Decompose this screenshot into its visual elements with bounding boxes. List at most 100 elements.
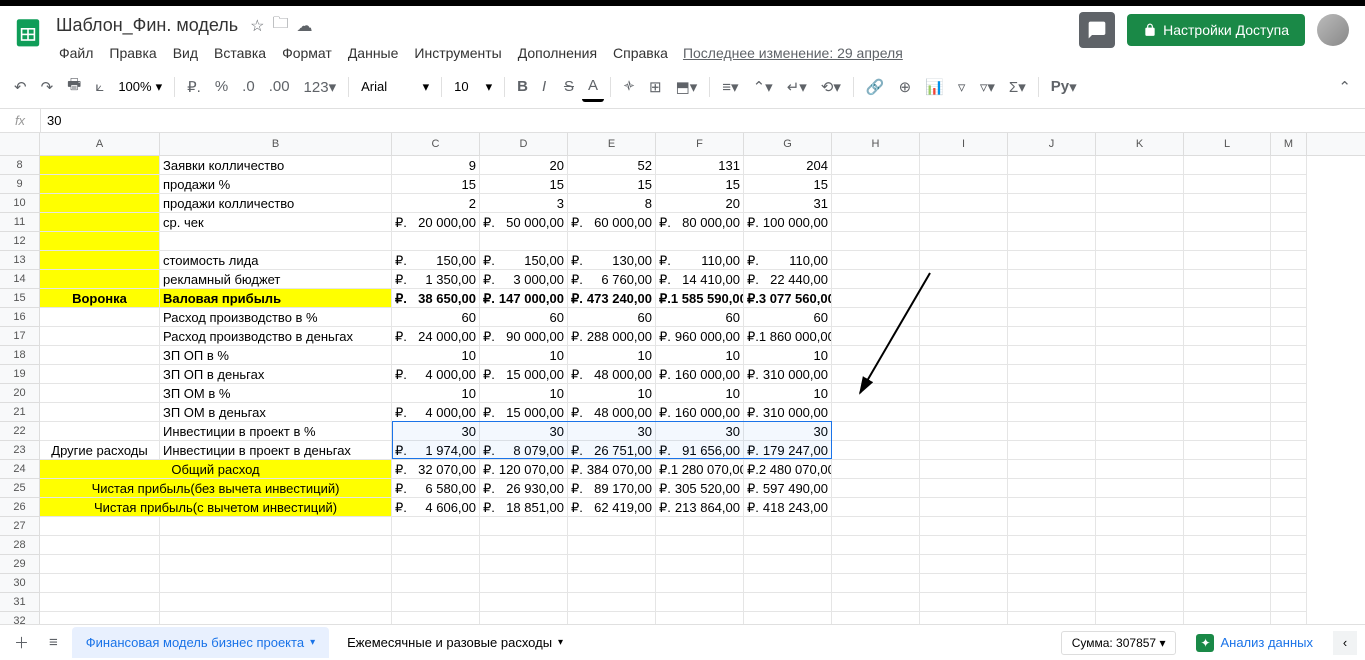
cell[interactable]: ₽.150,00 <box>392 251 480 270</box>
sheet-tab[interactable]: Финансовая модель бизнес проекта ▾ <box>72 627 329 658</box>
cell[interactable]: ₽.100 000,00 <box>744 213 832 232</box>
cell[interactable] <box>40 555 160 574</box>
cell[interactable] <box>920 270 1008 289</box>
menu-Дополнения[interactable]: Дополнения <box>511 41 604 65</box>
cell[interactable] <box>1184 251 1271 270</box>
all-sheets-icon[interactable]: ≡ <box>43 629 64 656</box>
cell[interactable] <box>1271 213 1307 232</box>
cell[interactable]: ₽.597 490,00 <box>744 479 832 498</box>
cell[interactable] <box>40 403 160 422</box>
cell[interactable]: ₽.147 000,00 <box>480 289 568 308</box>
h-align-icon[interactable]: ≡▾ <box>716 73 744 101</box>
sheet-tab[interactable]: Ежемесячные и разовые расходы ▾ <box>333 627 577 658</box>
cell[interactable] <box>1008 403 1096 422</box>
row-header[interactable]: 26 <box>0 498 40 517</box>
menu-Вид[interactable]: Вид <box>166 41 205 65</box>
fill-color-icon[interactable]: 🟇 <box>617 71 641 103</box>
menu-Справка[interactable]: Справка <box>606 41 675 65</box>
cell[interactable] <box>1008 536 1096 555</box>
cell[interactable] <box>1271 308 1307 327</box>
cell[interactable]: ₽.1 350,00 <box>392 270 480 289</box>
cell[interactable] <box>1008 460 1096 479</box>
cell[interactable] <box>1008 308 1096 327</box>
cell[interactable] <box>1184 574 1271 593</box>
cell[interactable] <box>1271 194 1307 213</box>
cell[interactable] <box>1008 232 1096 251</box>
cell[interactable]: Другие расходы <box>40 441 160 460</box>
v-align-icon[interactable]: ⌃▾ <box>747 73 779 101</box>
cell[interactable]: Валовая прибыль <box>160 289 392 308</box>
cell[interactable]: 60 <box>656 308 744 327</box>
cell[interactable] <box>40 213 160 232</box>
cell[interactable] <box>1008 251 1096 270</box>
cell[interactable] <box>1271 270 1307 289</box>
cell[interactable] <box>392 593 480 612</box>
print-icon[interactable]: 🖶 <box>61 69 87 104</box>
cell[interactable] <box>832 593 920 612</box>
cell[interactable]: 60 <box>480 308 568 327</box>
cell[interactable] <box>920 365 1008 384</box>
cell[interactable]: ЗП ОП в % <box>160 346 392 365</box>
cell[interactable] <box>832 346 920 365</box>
cell[interactable]: ЗП ОМ в % <box>160 384 392 403</box>
cell[interactable]: ₽.160 000,00 <box>656 403 744 422</box>
input-tools-icon[interactable]: Ру▾ <box>1045 73 1083 101</box>
cell[interactable] <box>1271 498 1307 517</box>
row-header[interactable]: 29 <box>0 555 40 574</box>
cell[interactable] <box>832 384 920 403</box>
formula-input[interactable] <box>40 109 1365 132</box>
cell[interactable]: ₽.150,00 <box>480 251 568 270</box>
cell[interactable] <box>480 593 568 612</box>
cell[interactable]: ₽.384 070,00 <box>568 460 656 479</box>
cell[interactable] <box>1096 574 1184 593</box>
cell[interactable] <box>568 555 656 574</box>
cell[interactable]: ЗП ОМ в деньгах <box>160 403 392 422</box>
cell[interactable] <box>744 574 832 593</box>
cell[interactable] <box>1008 194 1096 213</box>
cell[interactable] <box>392 555 480 574</box>
row-header[interactable]: 24 <box>0 460 40 479</box>
cell[interactable] <box>1184 384 1271 403</box>
cell[interactable]: ₽.418 243,00 <box>744 498 832 517</box>
cell[interactable] <box>920 327 1008 346</box>
cell[interactable]: ₽.305 520,00 <box>656 479 744 498</box>
cell[interactable] <box>656 536 744 555</box>
cell[interactable] <box>1184 346 1271 365</box>
cell[interactable] <box>1008 593 1096 612</box>
cell[interactable] <box>1184 460 1271 479</box>
analyze-data-button[interactable]: ✦ Анализ данных <box>1184 628 1325 658</box>
filter-views-icon[interactable]: ▿▾ <box>974 73 1001 101</box>
cell[interactable] <box>920 593 1008 612</box>
cell[interactable]: ₽.32 070,00 <box>392 460 480 479</box>
cell[interactable]: 30 <box>480 422 568 441</box>
cell[interactable] <box>160 232 392 251</box>
col-header-F[interactable]: F <box>656 133 744 155</box>
cell[interactable] <box>1096 441 1184 460</box>
row-header[interactable]: 17 <box>0 327 40 346</box>
cell[interactable]: Расход производство в деньгах <box>160 327 392 346</box>
cell[interactable] <box>40 574 160 593</box>
cell[interactable] <box>744 232 832 251</box>
cell[interactable]: ₽.6 580,00 <box>392 479 480 498</box>
zoom-dropdown[interactable]: 100% ▾ <box>112 75 168 99</box>
cell[interactable]: ₽.179 247,00 <box>744 441 832 460</box>
cell[interactable]: ₽.1 860 000,00 <box>744 327 832 346</box>
cell[interactable]: 60 <box>568 308 656 327</box>
cell[interactable] <box>832 270 920 289</box>
row-header[interactable]: 21 <box>0 403 40 422</box>
cell[interactable]: 52 <box>568 156 656 175</box>
row-header[interactable]: 9 <box>0 175 40 194</box>
cell[interactable]: ₽.60 000,00 <box>568 213 656 232</box>
comment-history-icon[interactable] <box>1079 12 1115 48</box>
font-size-dropdown[interactable]: 10 ▾ <box>448 75 498 99</box>
cell[interactable]: 8 <box>568 194 656 213</box>
row-header[interactable]: 15 <box>0 289 40 308</box>
cell[interactable] <box>160 593 392 612</box>
cell[interactable] <box>832 441 920 460</box>
cell[interactable]: ₽.15 000,00 <box>480 365 568 384</box>
cell[interactable]: ₽.960 000,00 <box>656 327 744 346</box>
cell[interactable] <box>1184 289 1271 308</box>
col-header-C[interactable]: C <box>392 133 480 155</box>
cell[interactable]: продажи колличество <box>160 194 392 213</box>
cell[interactable] <box>568 574 656 593</box>
